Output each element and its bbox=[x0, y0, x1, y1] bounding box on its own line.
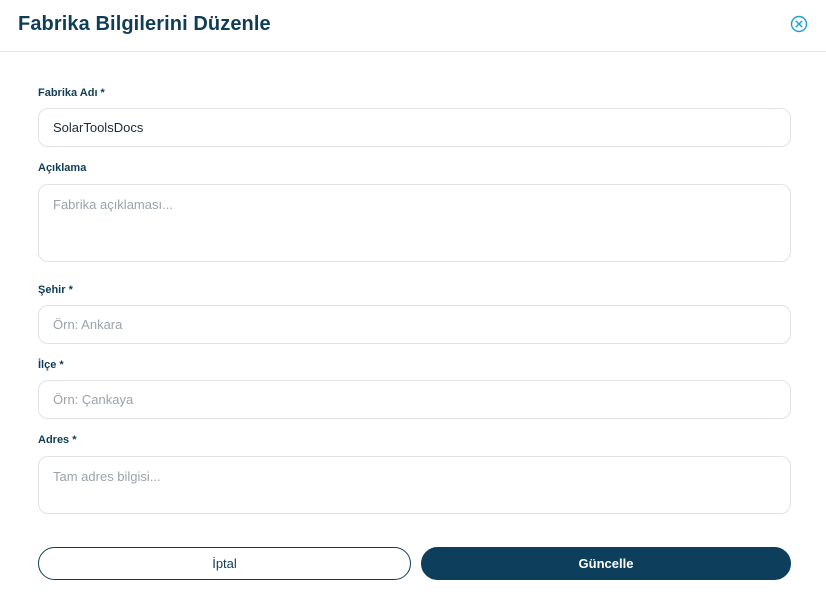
address-textarea[interactable] bbox=[38, 456, 791, 514]
description-textarea[interactable] bbox=[38, 184, 791, 262]
factory-name-label: Fabrika Adı * bbox=[38, 87, 105, 99]
edit-factory-modal: Fabrika Bilgilerini Düzenle Fabrika Adı … bbox=[0, 0, 826, 610]
close-circle-icon bbox=[790, 15, 808, 33]
district-label: İlçe * bbox=[38, 359, 64, 371]
district-input[interactable] bbox=[38, 380, 791, 419]
factory-name-input[interactable] bbox=[38, 108, 791, 147]
city-input[interactable] bbox=[38, 305, 791, 344]
description-label: Açıklama bbox=[38, 162, 87, 174]
modal-title: Fabrika Bilgilerini Düzenle bbox=[18, 13, 271, 35]
address-label: Adres * bbox=[38, 434, 77, 446]
close-button[interactable] bbox=[790, 15, 808, 33]
modal-header: Fabrika Bilgilerini Düzenle bbox=[0, 0, 826, 52]
update-button[interactable]: Güncelle bbox=[421, 547, 791, 580]
cancel-button[interactable]: İptal bbox=[38, 547, 411, 580]
city-label: Şehir * bbox=[38, 284, 73, 296]
